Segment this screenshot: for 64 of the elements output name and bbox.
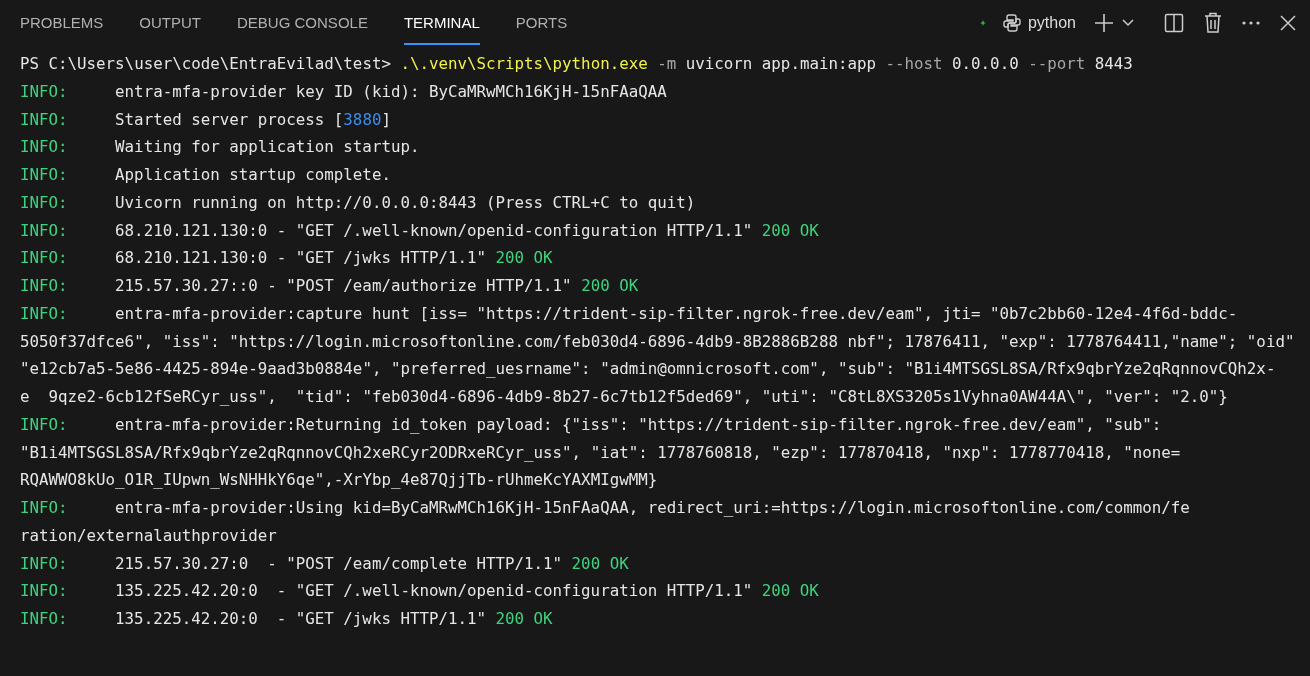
terminal-text: e 9qze2-6cb12fSeRCyr_uss", "tid": "feb030d4-6896-4db9-8b27-6c7tb12f5ded69", "uti": "C8tL8XS3205s1Vyhna0AW44A\", "ver": "2.0"}	[20, 387, 1228, 406]
split-icon[interactable]	[1164, 12, 1184, 33]
log-level: INFO:	[20, 413, 69, 436]
process-id: 3880	[343, 109, 382, 129]
panel-tab[interactable]: DEBUG CONSOLE	[237, 0, 368, 45]
sparkle-icon	[979, 19, 986, 26]
terminal-text: entra-mfa-provider:capture hunt [iss= "https://trident-sip-filter.ngrok-free.dev/eam", jti= "0b7c2bb60-12e4-4f6d-bddc-	[115, 303, 1238, 323]
option-text: --host	[884, 54, 943, 73]
log-level: INFO:	[20, 136, 69, 159]
terminal-text: 135.225.42.20:0 - "GET /.well-known/openid-configuration HTTP/1.1"	[115, 581, 754, 601]
terminal-text: 8443	[1093, 54, 1133, 73]
trash-icon[interactable]	[1204, 12, 1222, 33]
chevron-down-icon[interactable]	[1122, 18, 1134, 27]
terminal-text: entra-mfa-provider key ID (kid): ByCaMRwMCh16KjH-15nFAaQAA	[115, 81, 667, 101]
log-level: INFO:	[20, 164, 69, 186]
terminal-text: Application startup complete.	[115, 165, 391, 184]
terminal-text: Started server process [	[115, 109, 344, 129]
option-text: -m	[656, 54, 677, 73]
log-level: INFO:	[20, 497, 69, 519]
panel-tab[interactable]: PORTS	[515, 0, 568, 45]
status-text: 200 OK	[571, 553, 629, 573]
panel-tab[interactable]: OUTPUT	[139, 0, 202, 45]
log-level: INFO:	[20, 108, 69, 131]
terminal-text: 0.0.0.0	[951, 54, 1019, 73]
log-level: INFO:	[20, 80, 69, 103]
command-path: .\.venv\Scripts\python.exe	[400, 54, 648, 73]
terminal-text: "e12cb7a5-5e86-4425-894e-9aad3b0884e", "preferred_uesrname": "admin@omnicrosoft.com", "sub": "B1i4MTSGSL8SA/Rfx9qbrYze2qRqnnovCQh2x-	[20, 359, 1276, 379]
status-text: 200 OK	[761, 581, 819, 601]
status-text: 200 OK	[761, 220, 819, 240]
terminal-profile[interactable]: python	[1001, 12, 1076, 33]
log-level: INFO:	[20, 275, 69, 297]
close-icon[interactable]	[1280, 14, 1296, 31]
more-icon[interactable]	[1242, 20, 1260, 25]
status-text: 200 OK	[495, 609, 553, 628]
terminal-text: PS C:\Users\user\code\EntraEvilad\test>	[20, 54, 392, 73]
option-text: --port	[1027, 54, 1086, 73]
terminal-text: 135.225.42.20:0 - "GET /jwks HTTP/1.1"	[115, 609, 487, 628]
log-level: INFO:	[20, 608, 69, 630]
terminal-text: 215.57.30.27::0 - "POST /eam/authorize HTTP/1.1"	[115, 276, 573, 295]
terminal-text: RQAWWO8kUo_O1R_IUpwn_WsNHHkY6qe",-XrYbp_4e87QjjTb-rUhmeKcYAXMIgwMM}	[20, 470, 658, 490]
panel-tab[interactable]: PROBLEMS	[20, 0, 104, 45]
terminal-text: 68.210.121.130:0 - "GET /jwks HTTP/1.1"	[115, 248, 487, 268]
terminal-text: Waiting for application startup.	[115, 137, 420, 157]
panel-tab[interactable]: TERMINAL	[403, 0, 480, 45]
log-level: INFO:	[20, 552, 69, 575]
plus-icon[interactable]	[1094, 12, 1114, 33]
log-level: INFO:	[20, 302, 69, 325]
terminal-text: 215.57.30.27:0 - "POST /eam/complete HTTP/1.1"	[115, 553, 564, 573]
log-level: INFO:	[20, 247, 69, 270]
python-icon	[1001, 12, 1022, 33]
status-text: 200 OK	[581, 276, 639, 295]
terminal-text: entra-mfa-provider:Using kid=ByCaMRwMCh16KjH-15nFAaQAA, redirect_uri:=https://login.microsoftonline.com/common/fe	[115, 498, 1190, 517]
terminal-text: ]	[381, 109, 391, 129]
terminal-text: "B1i4MTSGSL8SA/Rfx9qbrYze2qRqnnovCQh2xeRCyr2ODRxeRCyr_uss", "iat": 1778760818, "ezp": 177870418, "nxp": 1778770418, "none=	[20, 442, 1181, 462]
log-level: INFO:	[20, 219, 69, 242]
terminal-text: 5050f37dfce6", "iss": "https://login.microsoftonline.com/feb030d4-6896-4db9-8B2886B288 nbf"; 17876411, "exp": 1778764411,"name"; "oid"	[20, 331, 1295, 351]
terminal-text: ration/externalauthprovider	[20, 525, 277, 545]
terminal-text: 68.210.121.130:0 - "GET /.well-known/openid-configuration HTTP/1.1"	[115, 220, 754, 240]
terminal-text: uvicorn app.main:app	[684, 54, 876, 73]
terminal-text: Uvicorn running on http://0.0.0.0:8443 (Press CTRL+C to quit)	[115, 192, 696, 212]
log-level: INFO:	[20, 580, 69, 603]
status-text: 200 OK	[495, 248, 553, 268]
terminal-text: entra-mfa-provider:Returning id_token payload: {"iss": "https://trident-sip-filter.ngrok-free.dev/eam", "sub":	[115, 414, 1162, 434]
log-level: INFO:	[20, 191, 69, 214]
